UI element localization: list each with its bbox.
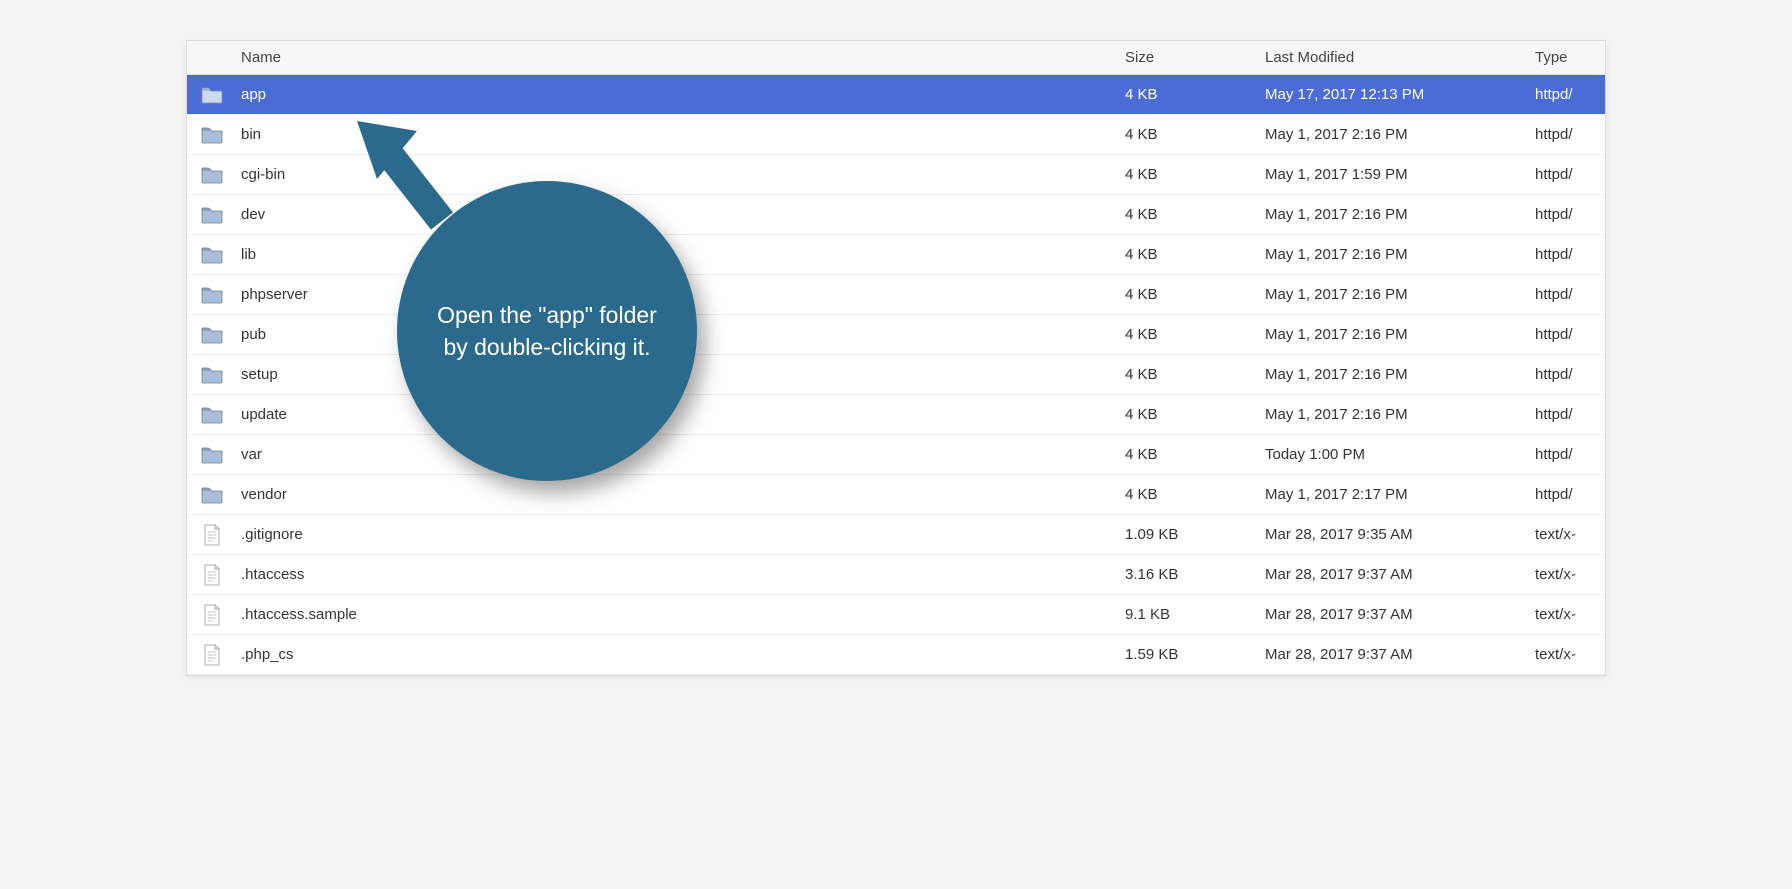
file-modified: Today 1:00 PM	[1265, 446, 1535, 463]
file-type: httpd/	[1535, 366, 1605, 383]
file-size: 1.59 KB	[1125, 646, 1265, 663]
table-row[interactable]: vendor4 KBMay 1, 2017 2:17 PMhttpd/	[187, 475, 1605, 515]
file-size: 4 KB	[1125, 166, 1265, 183]
file-name[interactable]: bin	[237, 126, 1125, 143]
file-modified: May 1, 2017 2:16 PM	[1265, 406, 1535, 423]
file-type: text/x-	[1535, 646, 1605, 663]
file-type: httpd/	[1535, 166, 1605, 183]
file-type: httpd/	[1535, 486, 1605, 503]
table-row[interactable]: var4 KBToday 1:00 PMhttpd/	[187, 435, 1605, 475]
file-modified: Mar 28, 2017 9:35 AM	[1265, 526, 1535, 543]
folder-icon	[187, 486, 237, 504]
file-modified: Mar 28, 2017 9:37 AM	[1265, 606, 1535, 623]
folder-icon	[187, 246, 237, 264]
file-type: httpd/	[1535, 86, 1605, 103]
file-modified: Mar 28, 2017 9:37 AM	[1265, 566, 1535, 583]
file-modified: May 17, 2017 12:13 PM	[1265, 86, 1535, 103]
file-name[interactable]: dev	[237, 206, 1125, 223]
table-row[interactable]: bin4 KBMay 1, 2017 2:16 PMhttpd/	[187, 115, 1605, 155]
file-type: text/x-	[1535, 526, 1605, 543]
file-size: 4 KB	[1125, 366, 1265, 383]
file-modified: May 1, 2017 2:16 PM	[1265, 246, 1535, 263]
table-row[interactable]: cgi-bin4 KBMay 1, 2017 1:59 PMhttpd/	[187, 155, 1605, 195]
file-size: 4 KB	[1125, 206, 1265, 223]
table-row[interactable]: setup4 KBMay 1, 2017 2:16 PMhttpd/	[187, 355, 1605, 395]
file-type: httpd/	[1535, 406, 1605, 423]
table-row[interactable]: dev4 KBMay 1, 2017 2:16 PMhttpd/	[187, 195, 1605, 235]
file-icon	[187, 604, 237, 626]
table-row[interactable]: pub4 KBMay 1, 2017 2:16 PMhttpd/	[187, 315, 1605, 355]
file-modified: May 1, 2017 2:16 PM	[1265, 286, 1535, 303]
table-row[interactable]: lib4 KBMay 1, 2017 2:16 PMhttpd/	[187, 235, 1605, 275]
file-size: 4 KB	[1125, 326, 1265, 343]
file-name[interactable]: .php_cs	[237, 646, 1125, 663]
file-icon	[187, 564, 237, 586]
file-type: httpd/	[1535, 326, 1605, 343]
folder-icon	[187, 126, 237, 144]
file-modified: Mar 28, 2017 9:37 AM	[1265, 646, 1535, 663]
file-modified: May 1, 2017 1:59 PM	[1265, 166, 1535, 183]
file-type: text/x-	[1535, 566, 1605, 583]
table-row[interactable]: update4 KBMay 1, 2017 2:16 PMhttpd/	[187, 395, 1605, 435]
table-row[interactable]: .htaccess.sample9.1 KBMar 28, 2017 9:37 …	[187, 595, 1605, 635]
table-header: Name Size Last Modified Type	[187, 41, 1605, 75]
file-name[interactable]: setup	[237, 366, 1125, 383]
table-row[interactable]: app4 KBMay 17, 2017 12:13 PMhttpd/	[187, 75, 1605, 115]
file-name[interactable]: cgi-bin	[237, 166, 1125, 183]
file-type: httpd/	[1535, 446, 1605, 463]
file-modified: May 1, 2017 2:16 PM	[1265, 126, 1535, 143]
folder-icon	[187, 326, 237, 344]
file-size: 4 KB	[1125, 286, 1265, 303]
file-manager: Name Size Last Modified Type app4 KBMay …	[186, 40, 1606, 676]
col-type-header[interactable]: Type	[1535, 49, 1605, 66]
folder-icon	[187, 166, 237, 184]
file-size: 9.1 KB	[1125, 606, 1265, 623]
file-size: 4 KB	[1125, 86, 1265, 103]
file-size: 4 KB	[1125, 126, 1265, 143]
file-type: httpd/	[1535, 246, 1605, 263]
file-name[interactable]: app	[237, 86, 1125, 103]
file-size: 4 KB	[1125, 486, 1265, 503]
file-name[interactable]: var	[237, 446, 1125, 463]
file-size: 1.09 KB	[1125, 526, 1265, 543]
table-row[interactable]: .gitignore1.09 KBMar 28, 2017 9:35 AMtex…	[187, 515, 1605, 555]
file-list: app4 KBMay 17, 2017 12:13 PMhttpd/ bin4 …	[187, 75, 1605, 675]
file-name[interactable]: lib	[237, 246, 1125, 263]
file-modified: May 1, 2017 2:16 PM	[1265, 326, 1535, 343]
file-name[interactable]: phpserver	[237, 286, 1125, 303]
folder-icon	[187, 406, 237, 424]
file-modified: May 1, 2017 2:16 PM	[1265, 206, 1535, 223]
file-modified: May 1, 2017 2:16 PM	[1265, 366, 1535, 383]
folder-icon	[187, 206, 237, 224]
col-name-header[interactable]: Name	[237, 49, 1125, 66]
table-row[interactable]: phpserver4 KBMay 1, 2017 2:16 PMhttpd/	[187, 275, 1605, 315]
file-size: 3.16 KB	[1125, 566, 1265, 583]
file-name[interactable]: .gitignore	[237, 526, 1125, 543]
file-name[interactable]: .htaccess	[237, 566, 1125, 583]
table-row[interactable]: .php_cs1.59 KBMar 28, 2017 9:37 AMtext/x…	[187, 635, 1605, 675]
folder-icon	[187, 86, 237, 104]
file-name[interactable]: vendor	[237, 486, 1125, 503]
file-size: 4 KB	[1125, 246, 1265, 263]
file-size: 4 KB	[1125, 446, 1265, 463]
col-modified-header[interactable]: Last Modified	[1265, 49, 1535, 66]
file-name[interactable]: .htaccess.sample	[237, 606, 1125, 623]
folder-icon	[187, 286, 237, 304]
file-type: text/x-	[1535, 606, 1605, 623]
file-icon	[187, 524, 237, 546]
file-name[interactable]: pub	[237, 326, 1125, 343]
file-type: httpd/	[1535, 206, 1605, 223]
folder-icon	[187, 366, 237, 384]
file-icon	[187, 644, 237, 666]
file-name[interactable]: update	[237, 406, 1125, 423]
table-row[interactable]: .htaccess3.16 KBMar 28, 2017 9:37 AMtext…	[187, 555, 1605, 595]
file-type: httpd/	[1535, 126, 1605, 143]
file-size: 4 KB	[1125, 406, 1265, 423]
file-type: httpd/	[1535, 286, 1605, 303]
file-modified: May 1, 2017 2:17 PM	[1265, 486, 1535, 503]
folder-icon	[187, 446, 237, 464]
col-size-header[interactable]: Size	[1125, 49, 1265, 66]
